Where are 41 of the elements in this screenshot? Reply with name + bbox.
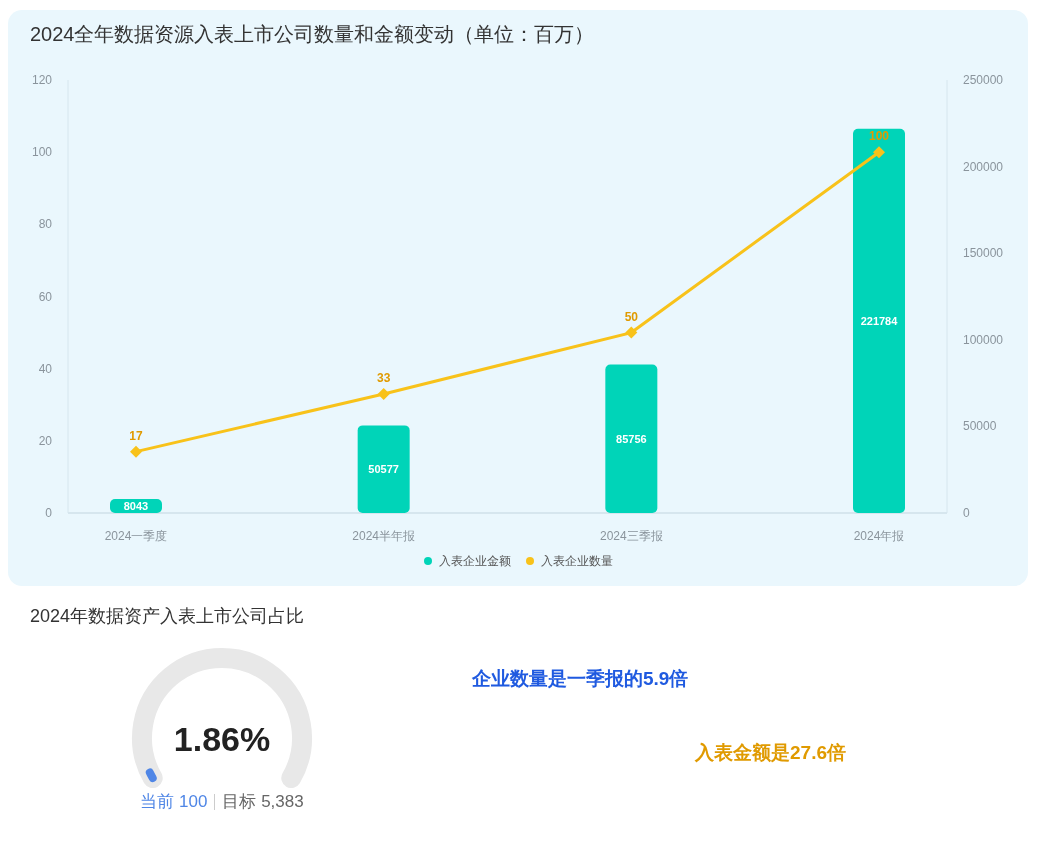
value-label: 221784 [860, 314, 898, 327]
axis-label: 120 [31, 73, 52, 87]
axis-label: 40 [38, 361, 52, 376]
axis-label: 250000 [963, 73, 1004, 87]
chart-title: 2024全年数据资源入表上市公司数量和金额变动（单位：百万） [29, 22, 596, 47]
highlight-text: 企业数量是一季报的5.9倍 [472, 667, 690, 691]
point-marker [873, 146, 885, 159]
section-title: 2024年数据资产入表上市公司占比 [30, 605, 306, 628]
bar [110, 499, 162, 513]
point-marker [377, 387, 390, 400]
axis-label: 100 [31, 145, 52, 160]
value-label: 100 [869, 129, 889, 144]
axis-label: 200000 [963, 159, 1004, 174]
legend-label[interactable]: 入表企业数量 [541, 554, 613, 568]
value-label: 17 [129, 428, 143, 443]
value-label: 33 [377, 370, 391, 385]
current-value: 当前 100 [140, 791, 208, 813]
axis-label: 80 [38, 217, 52, 232]
axis-label: 150000 [963, 246, 1004, 261]
axis-label: 60 [38, 289, 52, 304]
legend-dot [424, 557, 432, 565]
category-label: 2024三季报 [600, 529, 663, 543]
value-label: 85756 [616, 432, 647, 445]
axis-label: 0 [45, 506, 52, 520]
highlight-text: 入表金额是27.6倍 [695, 741, 846, 765]
gauge-value: 1.86% [172, 720, 272, 759]
target-value: 目标 5,383 [222, 791, 304, 813]
axis-label: 50000 [963, 419, 997, 434]
category-label: 2024一季度 [104, 529, 168, 543]
axis-label: 20 [38, 433, 52, 448]
value-label: 50 [624, 309, 638, 324]
legend-dot [526, 557, 534, 565]
value-label: 8043 [123, 500, 149, 513]
legend-label[interactable]: 入表企业金额 [439, 554, 511, 568]
category-label: 2024年报 [853, 529, 905, 543]
point-marker [625, 326, 638, 339]
point-marker [130, 445, 142, 458]
category-label: 2024半年报 [352, 529, 415, 543]
axis-label: 100000 [963, 332, 1004, 347]
value-label: 50577 [368, 463, 399, 476]
axis-label: 0 [963, 506, 970, 520]
